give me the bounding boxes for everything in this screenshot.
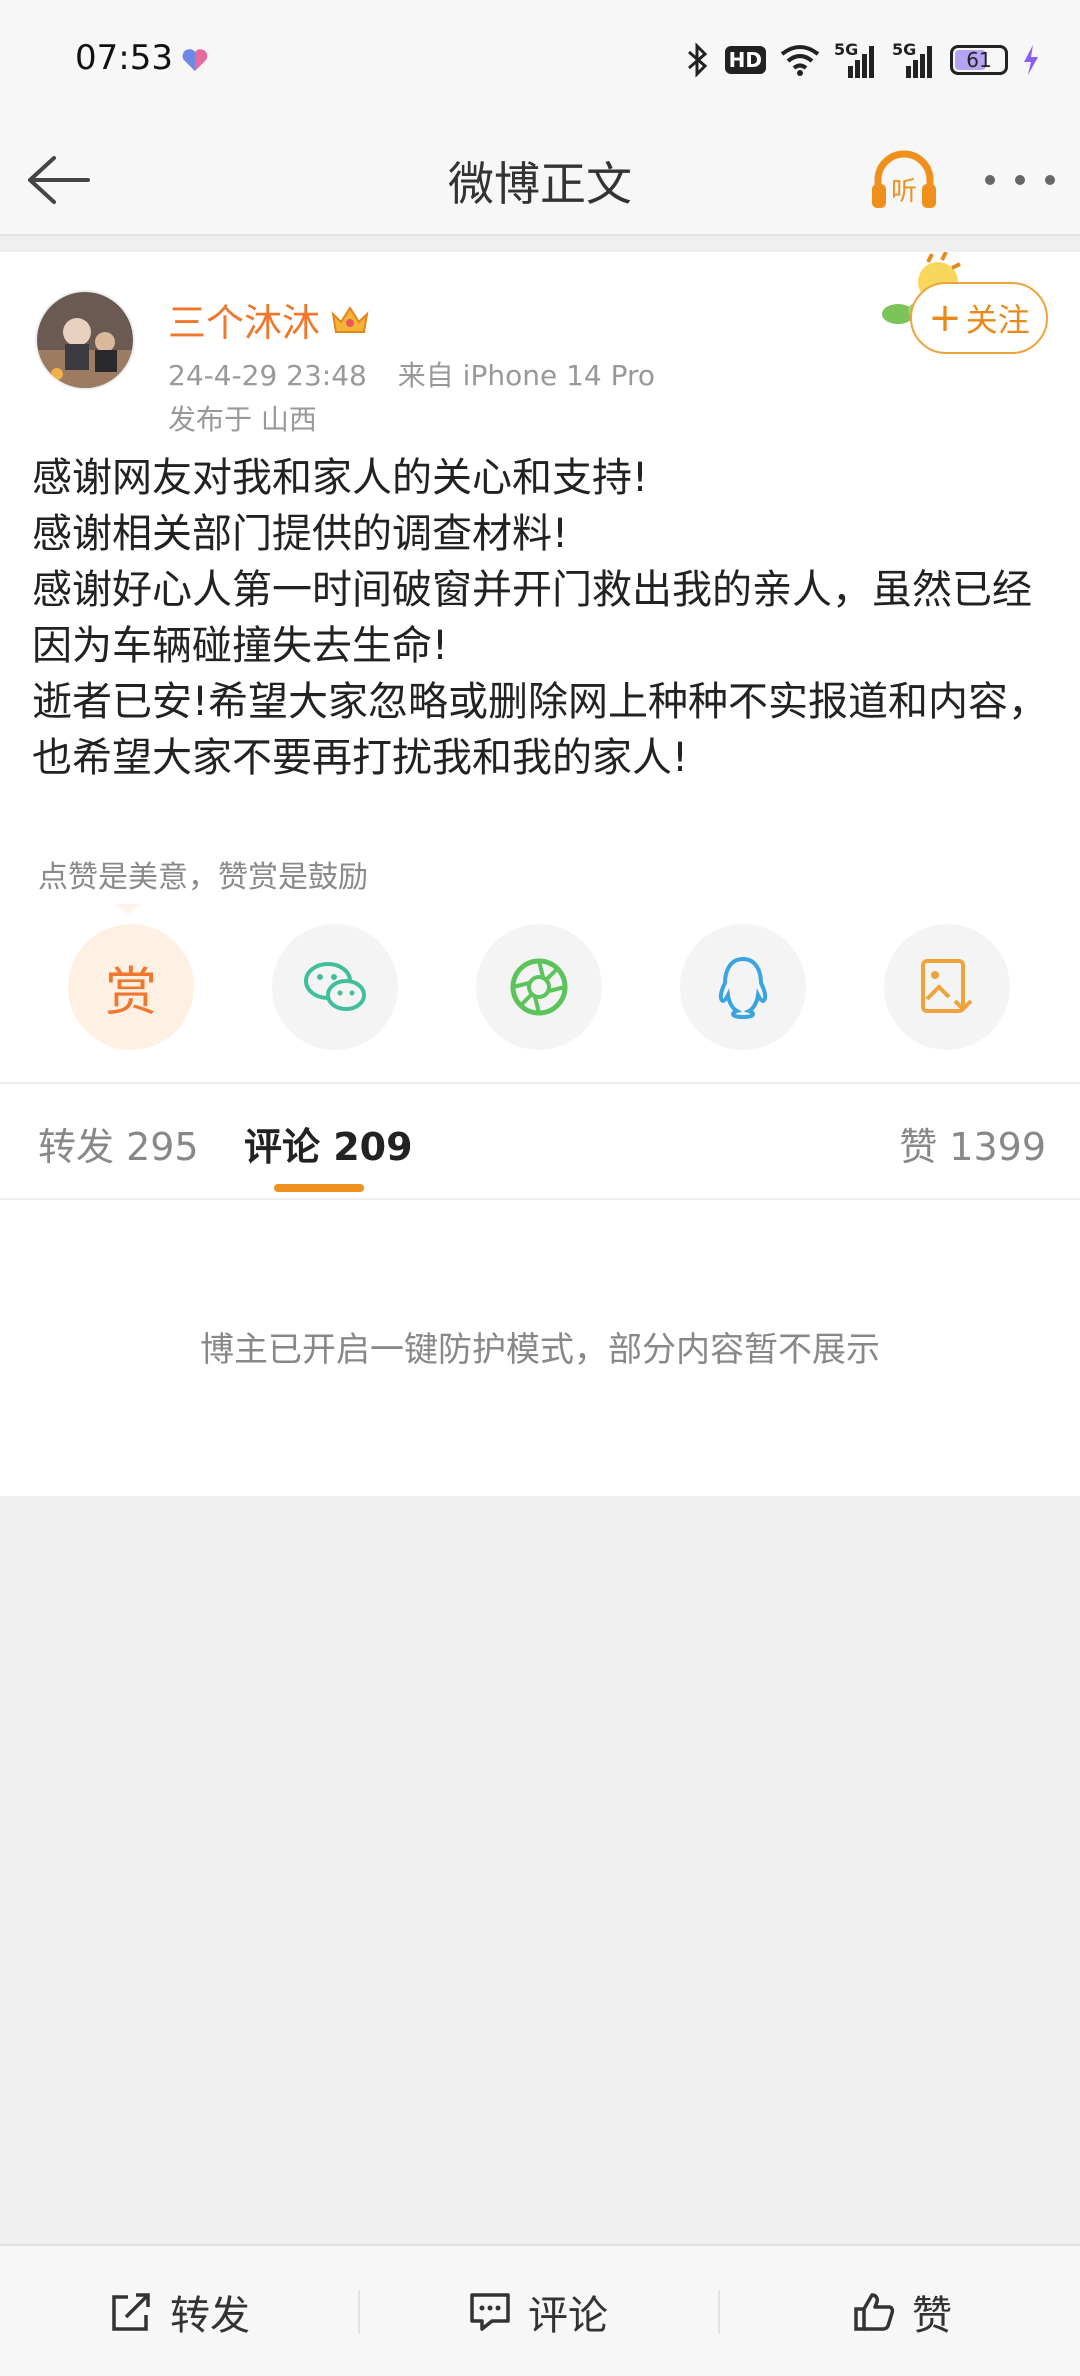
tab-comments[interactable]: 评论 209 [244, 1116, 413, 1171]
post-line: 逝者已安!希望大家忽略或删除网上种种不实报道和内容，也希望大家不要再打扰我和我的… [32, 679, 1049, 781]
repost-icon [112, 2293, 150, 2331]
share-wechat-button[interactable] [272, 924, 398, 1050]
moments-icon [510, 958, 568, 1016]
cellular-signal-2: 5G [892, 40, 936, 80]
headphones-icon: 听 [872, 150, 936, 208]
post-line: 感谢相关部门提供的调查材料! [32, 511, 569, 557]
reward-hint: 点赞是美意，赞赏是鼓励 [38, 860, 368, 895]
save-image-button[interactable] [884, 924, 1010, 1050]
signal-bars-icon [848, 46, 874, 78]
battery-level: 61 [966, 48, 992, 72]
post-location: 发布于 山西 [168, 403, 317, 436]
crown-icon [331, 305, 369, 333]
post-timestamp: 24-4-29 23:48 [168, 359, 367, 392]
like-label: 赞 [912, 2293, 952, 2339]
avatar-image [37, 292, 133, 388]
status-icons: HD 5G 5G 61 [685, 38, 1040, 82]
post-body: 感谢网友对我和家人的关心和支持! 感谢相关部门提供的调查材料! 感谢好心人第一时… [32, 450, 1052, 786]
wechat-icon [304, 962, 366, 1011]
charging-icon [1024, 45, 1038, 75]
like-button[interactable]: 赞 [852, 2246, 952, 2376]
thumbs-up-icon [854, 2293, 895, 2331]
follow-button[interactable]: + 关注 [910, 282, 1048, 354]
cellular-signal-1: 5G [834, 40, 878, 80]
status-time: 07:53 [75, 38, 173, 78]
hd-icon: HD [724, 46, 766, 74]
comment-label: 评论 [528, 2293, 608, 2339]
repost-label: 转发 [170, 2293, 250, 2339]
signal-bars-icon [906, 46, 932, 78]
tab-repost[interactable]: 转发 295 [38, 1116, 199, 1171]
heart-icon [182, 49, 208, 71]
status-bar: 07:53 HD 5G 5G 61 [0, 0, 1080, 120]
hint-pointer [114, 904, 142, 916]
post-source: 来自 iPhone 14 Pro [397, 359, 656, 392]
active-tab-indicator [274, 1184, 364, 1192]
protection-notice-text: 博主已开启一键防护模式，部分内容暂不展示 [200, 1330, 880, 1370]
username[interactable]: 三个沐沐 [168, 292, 320, 347]
reward-button[interactable]: 赏 [68, 924, 194, 1050]
bluetooth-icon [687, 42, 707, 78]
post-meta: 24-4-29 23:48 来自 iPhone 14 Pro [168, 354, 655, 394]
post-line: 感谢网友对我和家人的关心和支持! [32, 455, 649, 501]
interaction-tabs: 转发 295 评论 209 赞 1399 [0, 1082, 1080, 1200]
username-row: 三个沐沐 [168, 292, 370, 347]
comments-notice: 博主已开启一键防护模式，部分内容暂不展示 [0, 1200, 1080, 1496]
comment-button[interactable]: 评论 [468, 2246, 608, 2376]
share-moments-button[interactable] [476, 924, 602, 1050]
reward-icon: 赏 [104, 962, 157, 1023]
follow-label: 关注 [965, 301, 1030, 339]
divider [718, 2290, 720, 2334]
repost-button[interactable]: 转发 [108, 2246, 250, 2376]
bottom-action-bar: 转发 评论 赞 [0, 2244, 1080, 2376]
hd-label: HD [728, 48, 762, 72]
qq-icon [718, 956, 768, 1019]
avatar[interactable] [35, 290, 135, 390]
share-row: 赏 [68, 924, 1012, 1054]
tab-likes[interactable]: 赞 1399 [899, 1116, 1046, 1171]
share-qq-button[interactable] [680, 924, 806, 1050]
post-line: 感谢好心人第一时间破窗并开门救出我的亲人，虽然已经因为车辆碰撞失去生命! [32, 567, 1032, 669]
battery-indicator: 61 [950, 45, 1008, 75]
listen-label: 听 [891, 177, 917, 207]
save-image-icon [921, 959, 973, 1013]
wifi-icon [780, 45, 820, 76]
listen-button[interactable]: 听 [868, 144, 940, 216]
plus-icon: + [928, 295, 962, 341]
nav-bar: 微博正文 听 [0, 120, 1080, 236]
more-options-icon[interactable] [985, 160, 1055, 200]
divider [358, 2290, 360, 2334]
comment-icon [470, 2293, 510, 2331]
post-card: 三个沐沐 24-4-29 23:48 来自 iPhone 14 Pro 发布于 … [0, 252, 1080, 1082]
